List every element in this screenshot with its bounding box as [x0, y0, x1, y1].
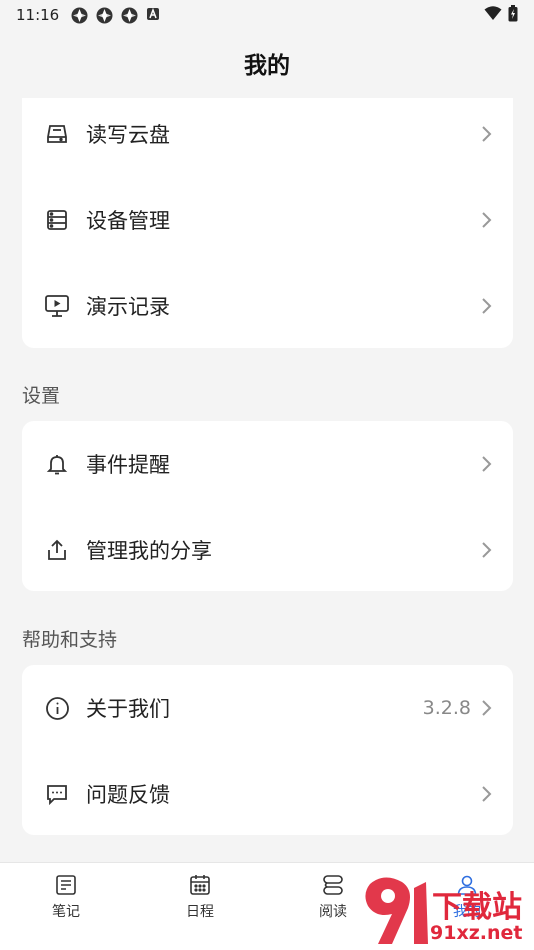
event-reminder-row[interactable]: 事件提醒: [22, 434, 513, 494]
watermark-logo-text: 下载站: [432, 890, 522, 925]
cloud-drive-icon: [44, 121, 70, 147]
chevron-right-icon: [482, 542, 492, 558]
manage-shares-row[interactable]: 管理我的分享: [22, 520, 513, 580]
feedback-chat-icon: [44, 781, 70, 807]
bell-icon: [44, 451, 70, 477]
feedback-row[interactable]: 问题反馈: [22, 764, 513, 824]
section-label-help: 帮助和支持: [22, 629, 118, 651]
settings-card: 事件提醒 管理我的分享: [22, 421, 513, 591]
tab-schedule[interactable]: 日程: [155, 873, 245, 921]
status-bar: 11:16: [0, 0, 534, 30]
chevron-right-icon: [482, 786, 492, 802]
status-right: [484, 4, 518, 26]
row-label: 关于我们: [86, 697, 170, 721]
device-management-row[interactable]: 设备管理: [22, 190, 513, 250]
presentation-play-icon: [44, 293, 70, 319]
status-time: 11:16: [16, 6, 60, 24]
row-label: 设备管理: [86, 209, 170, 233]
cloud-disk-row[interactable]: 读写云盘: [22, 104, 513, 164]
reading-icon: [323, 875, 343, 895]
app-notification-icon: [71, 7, 88, 24]
chevron-right-icon: [482, 298, 492, 314]
app-a-icon: [146, 7, 163, 24]
tab-label: 日程: [186, 904, 214, 920]
help-card: 关于我们 3.2.8 问题反馈: [22, 665, 513, 835]
row-label: 读写云盘: [86, 123, 170, 147]
share-icon: [44, 537, 70, 563]
watermark-url: 91xz.net: [430, 922, 523, 944]
app-notification-icon: [96, 7, 113, 24]
status-left: 11:16: [16, 6, 163, 24]
wifi-icon: [484, 5, 502, 25]
chevron-right-icon: [482, 456, 492, 472]
presentation-history-row[interactable]: 演示记录: [22, 276, 513, 336]
info-icon: [44, 695, 70, 721]
row-label: 事件提醒: [86, 453, 170, 477]
tab-label: 笔记: [52, 904, 80, 920]
chevron-right-icon: [482, 700, 492, 716]
battery-icon: [508, 4, 518, 26]
version-number: 3.2.8: [422, 697, 471, 719]
chevron-right-icon: [482, 212, 492, 228]
account-card: 读写云盘 设备管理 演示记录: [22, 98, 513, 348]
calendar-icon: [190, 875, 210, 895]
server-icon: [44, 207, 70, 233]
notes-icon: [56, 875, 76, 895]
page-title: 我的: [244, 53, 290, 79]
row-label: 管理我的分享: [86, 539, 212, 563]
row-label: 问题反馈: [86, 783, 170, 807]
row-label: 演示记录: [86, 295, 170, 319]
tab-notes[interactable]: 笔记: [21, 873, 111, 921]
about-us-row[interactable]: 关于我们 3.2.8: [22, 678, 513, 738]
section-label-settings: 设置: [22, 385, 61, 407]
app-notification-icon: [121, 7, 138, 24]
watermark-logo: 下载站 91xz.net: [362, 874, 534, 950]
chevron-right-icon: [482, 126, 492, 142]
